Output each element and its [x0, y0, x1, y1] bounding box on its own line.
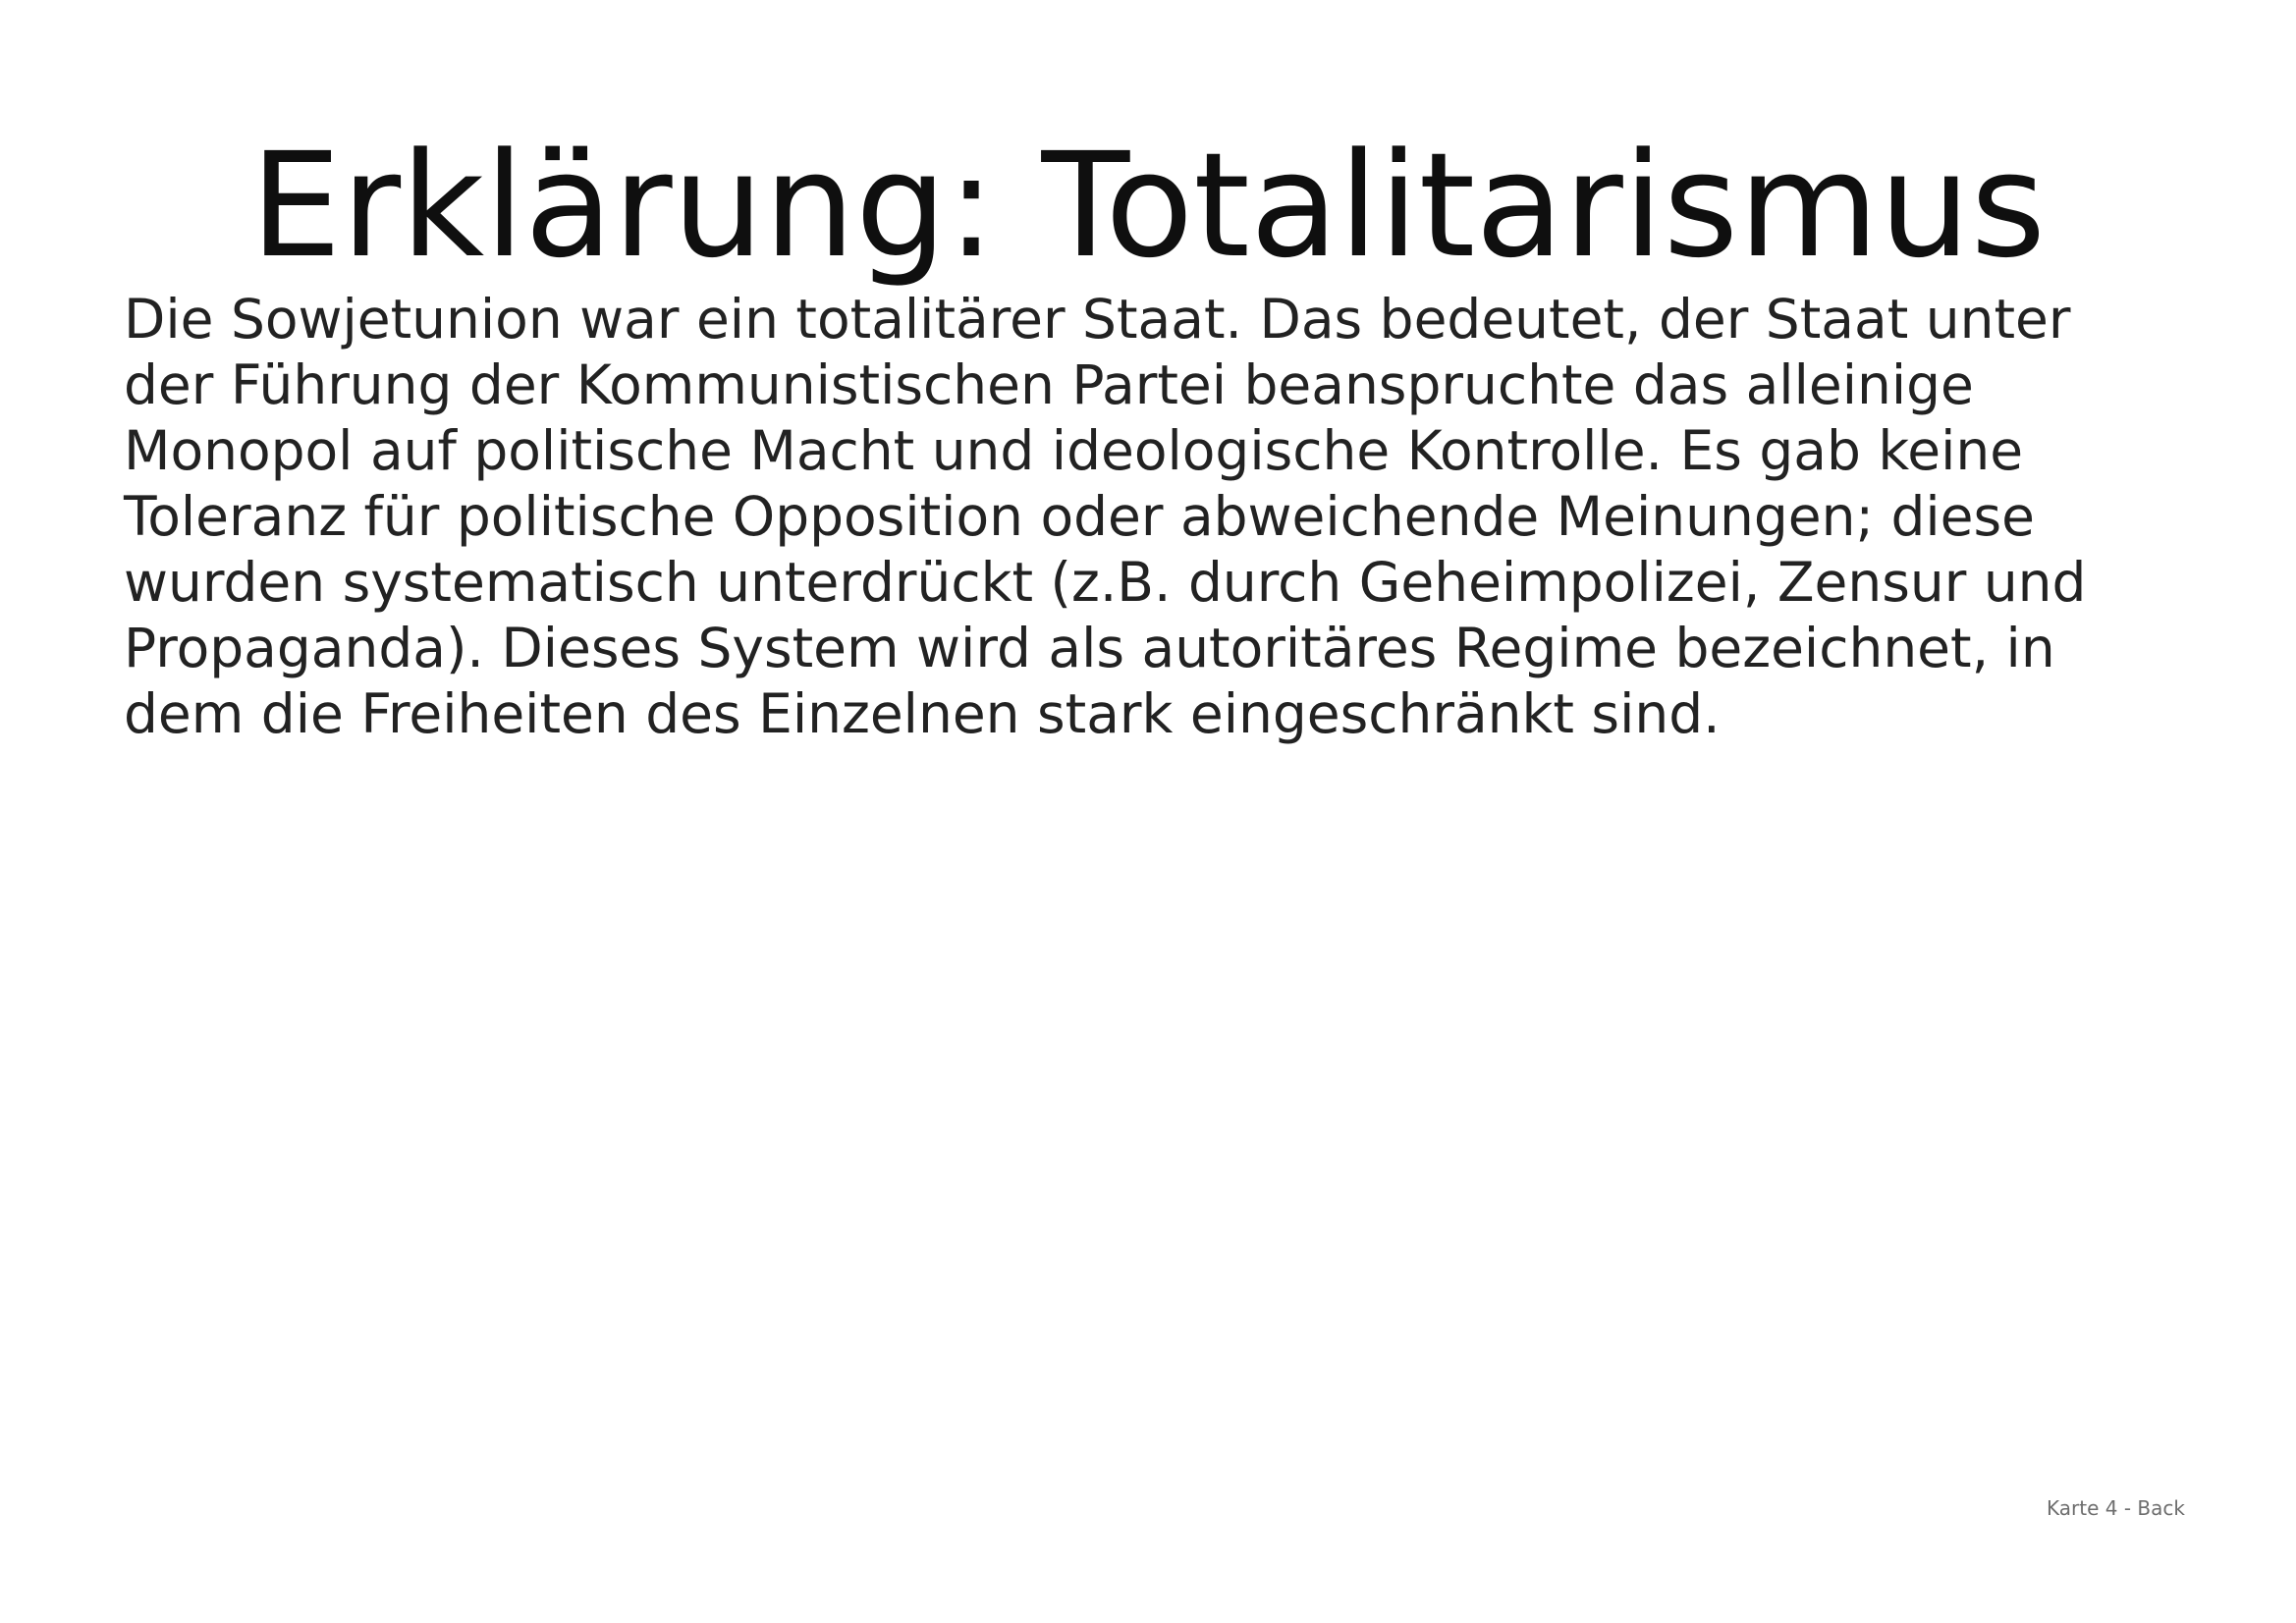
- card-title: Erklärung: Totalitarismus: [249, 122, 2047, 290]
- card-footer-label: Karte 4 - Back: [2047, 1496, 2185, 1520]
- body-line: wurden systematisch unterdrückt (z.B. du…: [124, 551, 2087, 614]
- body-line: dem die Freiheiten des Einzelnen stark e…: [124, 682, 1721, 745]
- body-line: Die Sowjetunion war ein totalitärer Staa…: [124, 288, 2071, 351]
- body-line: Monopol auf politische Macht und ideolog…: [124, 419, 2024, 482]
- body-line: der Führung der Kommunistischen Partei b…: [124, 353, 1974, 416]
- flashcard-back: Erklärung: Totalitarismus Die Sowjetunio…: [0, 0, 2296, 1623]
- body-line: Toleranz für politische Opposition oder …: [124, 485, 2035, 548]
- body-line: Propaganda). Dieses System wird als auto…: [124, 617, 2055, 679]
- card-body: Die Sowjetunion war ein totalitärer Staa…: [124, 287, 2225, 747]
